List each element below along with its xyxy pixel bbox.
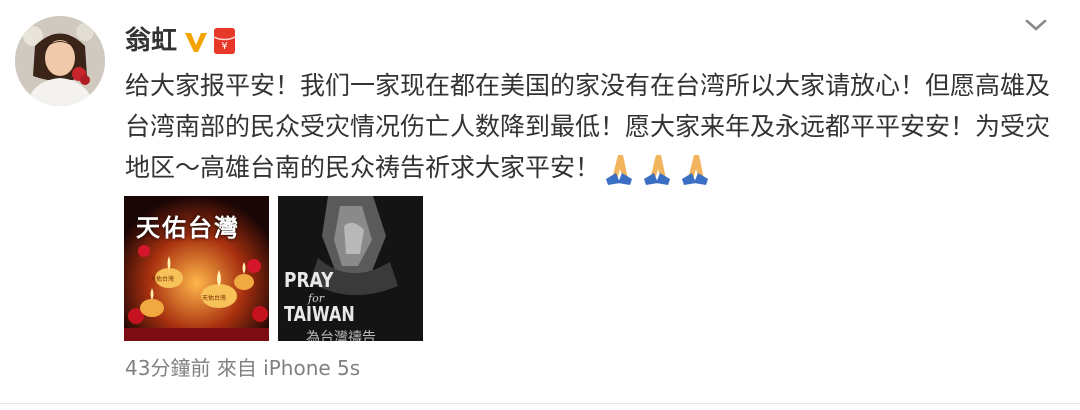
svg-text:¥: ¥	[221, 41, 227, 52]
post-image-pray-for-taiwan[interactable]: PRAY for TAIWAN 為台灣禱告	[278, 196, 423, 341]
member-badge-icon[interactable]: ¥	[213, 28, 236, 54]
avatar-photo	[15, 16, 105, 106]
divider	[0, 403, 1080, 404]
post-source: 來自 iPhone 5s	[216, 356, 361, 380]
verified-v-icon[interactable]	[183, 30, 209, 54]
folded-hands-icon	[606, 155, 709, 185]
weibo-post-card: 翁虹 ¥ 给大家报平安！我们一家现在都在美国的家没有在台湾所以大家请放心！但愿高…	[0, 0, 1080, 410]
image-subtitle: 為台灣禱告	[306, 330, 376, 341]
folded-hands-emoji-group	[606, 153, 714, 185]
chevron-down-icon[interactable]	[1022, 14, 1050, 36]
candle-label: 天佑台灣	[202, 295, 227, 302]
image-title-text: 天佑台灣	[136, 213, 240, 242]
author-avatar[interactable]	[15, 16, 105, 106]
post-time[interactable]: 43分鐘前	[125, 356, 210, 380]
author-name[interactable]: 翁虹	[125, 24, 177, 58]
image-text-pray: PRAY	[284, 268, 334, 292]
image-text-taiwan: TAIWAN	[284, 302, 355, 326]
candle-label: 天佑台灣	[150, 276, 175, 283]
post-text: 给大家报平安！我们一家现在都在美国的家没有在台湾所以大家请放心！但愿高雄及台湾南…	[125, 65, 1055, 188]
post-meta: 43分鐘前 來自 iPhone 5s	[125, 354, 360, 382]
post-body: 给大家报平安！我们一家现在都在美国的家没有在台湾所以大家请放心！但愿高雄及台湾南…	[125, 71, 1051, 182]
post-image-candles[interactable]: 天佑台灣 天佑台灣 天佑台灣	[124, 196, 269, 341]
